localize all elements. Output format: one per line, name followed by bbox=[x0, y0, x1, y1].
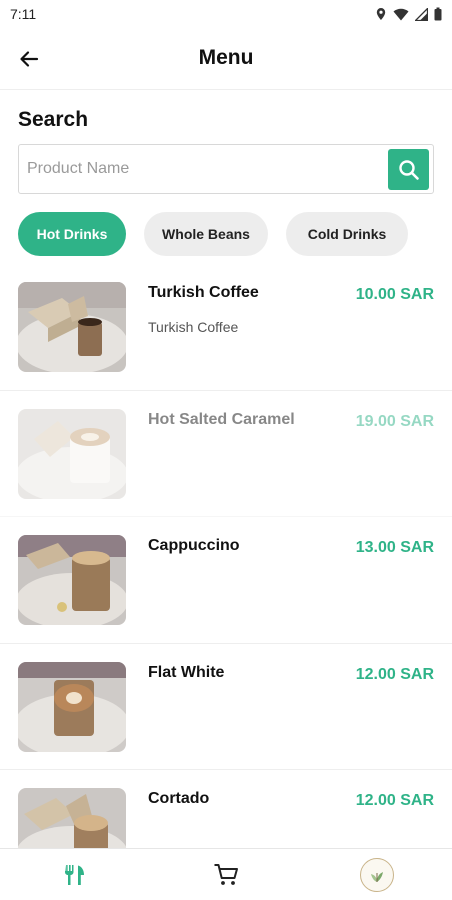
product-image bbox=[18, 282, 126, 372]
nav-cart[interactable] bbox=[151, 849, 302, 900]
product-price: 19.00 SAR bbox=[355, 412, 434, 430]
search-label: Search bbox=[18, 108, 89, 131]
location-icon bbox=[376, 8, 386, 20]
page-title: Menu bbox=[198, 46, 254, 69]
category-chip-label: Hot Drinks bbox=[36, 226, 108, 242]
product-name: Cappuccino bbox=[148, 537, 240, 554]
cart-icon bbox=[214, 863, 238, 885]
product-name: Turkish Coffee bbox=[148, 284, 259, 301]
product-price: 10.00 SAR bbox=[355, 286, 434, 303]
app-bar: Menu bbox=[0, 28, 452, 90]
category-chip-cold-drinks[interactable]: Cold Drinks bbox=[286, 212, 408, 256]
battery-icon bbox=[434, 7, 442, 21]
wifi-icon bbox=[393, 8, 409, 20]
product-name: Flat White bbox=[148, 663, 225, 681]
status-icons bbox=[375, 7, 442, 21]
product-row[interactable]: Cappuccino 13.00 SAR bbox=[0, 517, 452, 644]
nav-brand[interactable] bbox=[301, 849, 452, 900]
arrow-left-icon bbox=[20, 51, 39, 67]
search-button[interactable] bbox=[388, 149, 429, 190]
product-row[interactable]: Flat White 12.00 SAR bbox=[0, 644, 452, 770]
brand-logo bbox=[359, 857, 394, 892]
product-image bbox=[18, 408, 126, 499]
category-chip-label: Whole Beans bbox=[162, 226, 250, 242]
back-button[interactable] bbox=[14, 44, 44, 74]
product-name: Cortado bbox=[148, 790, 210, 807]
product-image bbox=[18, 535, 126, 625]
product-description: Turkish Coffee bbox=[148, 319, 239, 335]
product-list: Turkish Coffee Turkish Coffee 10.00 SAR … bbox=[0, 264, 452, 848]
product-row[interactable]: Turkish Coffee Turkish Coffee 10.00 SAR bbox=[0, 264, 452, 391]
bottom-nav bbox=[0, 848, 452, 900]
search-icon bbox=[398, 159, 419, 180]
category-tabs: Hot Drinks Whole Beans Cold Drinks bbox=[18, 212, 408, 256]
nav-menu[interactable] bbox=[0, 849, 151, 900]
product-price: 12.00 SAR bbox=[355, 665, 434, 683]
product-image bbox=[18, 788, 126, 848]
product-price: 13.00 SAR bbox=[355, 539, 434, 556]
category-chip-hot-drinks[interactable]: Hot Drinks bbox=[18, 212, 126, 256]
search-input[interactable] bbox=[27, 145, 387, 193]
status-time: 7:11 bbox=[10, 6, 37, 22]
status-bar: 7:11 bbox=[0, 0, 452, 28]
product-row[interactable]: Hot Salted Caramel 19.00 SAR bbox=[0, 391, 452, 517]
product-row[interactable]: Cortado 12.00 SAR bbox=[0, 770, 452, 848]
search-box bbox=[18, 144, 434, 194]
product-name: Hot Salted Caramel bbox=[148, 410, 295, 428]
category-chip-whole-beans[interactable]: Whole Beans bbox=[144, 212, 268, 256]
signal-icon bbox=[415, 7, 428, 21]
product-image bbox=[18, 661, 126, 752]
category-chip-label: Cold Drinks bbox=[307, 226, 387, 242]
fork-knife-icon bbox=[65, 864, 85, 885]
product-price: 12.00 SAR bbox=[355, 792, 434, 809]
